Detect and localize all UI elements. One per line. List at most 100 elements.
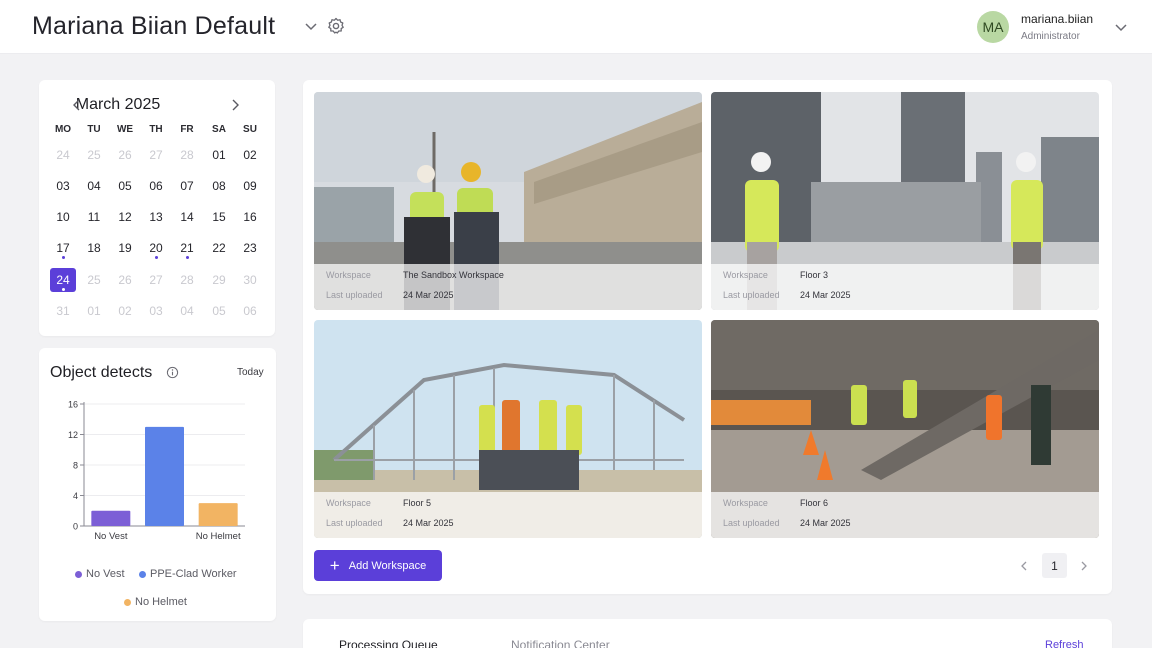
- chart-y-tick-label: 8: [73, 461, 78, 471]
- calendar-day[interactable]: 18: [81, 236, 107, 260]
- calendar-weekday: TH: [149, 124, 163, 135]
- plus-icon: +: [329, 556, 340, 575]
- workspace-label: Workspace: [326, 270, 371, 280]
- calendar-day[interactable]: 22: [206, 236, 232, 260]
- calendar-day[interactable]: 16: [237, 205, 263, 229]
- workspace-card[interactable]: Workspace Floor 5 Last uploaded 24 Mar 2…: [314, 320, 702, 538]
- calendar-day[interactable]: 11: [81, 205, 107, 229]
- calendar-day[interactable]: 29: [206, 268, 232, 292]
- workspace-title[interactable]: Mariana Biian Default: [32, 12, 275, 41]
- last-uploaded-value: 24 Mar 2025: [403, 290, 454, 300]
- workspace-card[interactable]: Workspace Floor 3 Last uploaded 24 Mar 2…: [711, 92, 1099, 310]
- calendar-day[interactable]: 27: [143, 143, 169, 167]
- calendar-event-dot: [185, 256, 189, 259]
- legend-item-no-vest[interactable]: No Vest: [75, 568, 125, 580]
- calendar-weekday: SA: [212, 124, 226, 135]
- calendar-day[interactable]: 01: [206, 143, 232, 167]
- avatar[interactable]: MA: [977, 11, 1009, 43]
- calendar-day[interactable]: 23: [237, 236, 263, 260]
- last-uploaded-value: 24 Mar 2025: [800, 290, 851, 300]
- workspace-card[interactable]: Workspace The Sandbox Workspace Last upl…: [314, 92, 702, 310]
- legend-label: No Helmet: [135, 596, 187, 608]
- calendar-day[interactable]: 02: [237, 143, 263, 167]
- user-menu-chevron-icon[interactable]: [1112, 18, 1130, 36]
- calendar-day[interactable]: 14: [174, 205, 200, 229]
- pagination-prev-icon[interactable]: [1016, 558, 1032, 574]
- legend-item-no-helmet[interactable]: No Helmet: [124, 596, 187, 608]
- calendar-day[interactable]: 02: [112, 299, 138, 323]
- calendar-day[interactable]: 30: [237, 268, 263, 292]
- workspace-label: Workspace: [326, 498, 371, 508]
- legend-item-ppe-clad-worker[interactable]: PPE-Clad Worker: [139, 568, 237, 580]
- workspace-name: Floor 6: [800, 498, 829, 508]
- period-selector[interactable]: Today: [237, 367, 264, 378]
- legend-swatch: [139, 570, 146, 578]
- workspace-info: Workspace Floor 3 Last uploaded 24 Mar 2…: [711, 264, 1099, 310]
- tab-notification-center[interactable]: Notification Center: [511, 638, 610, 648]
- gear-icon[interactable]: [326, 16, 346, 36]
- refresh-link[interactable]: Refresh: [1045, 639, 1084, 648]
- object-detects-title: Object detects: [50, 364, 153, 381]
- calendar-day[interactable]: 28: [174, 268, 200, 292]
- calendar-day[interactable]: 09: [237, 174, 263, 198]
- chart-x-tick-label: No Helmet: [196, 531, 241, 542]
- chevron-down-icon[interactable]: [302, 17, 320, 35]
- add-workspace-button[interactable]: + Add Workspace: [314, 550, 442, 581]
- calendar-day[interactable]: 28: [174, 143, 200, 167]
- object-detects-chart: 0 4 8 12 16 No Vest No Helmet: [68, 400, 245, 542]
- legend-label: No Vest: [86, 568, 125, 580]
- calendar-day[interactable]: 15: [206, 205, 232, 229]
- pagination-page[interactable]: 1: [1042, 553, 1067, 578]
- user-name: mariana.biian: [1021, 12, 1094, 26]
- pagination-next-icon[interactable]: [1076, 558, 1092, 574]
- chart-x-tick-label: No Vest: [94, 531, 128, 542]
- last-uploaded-label: Last uploaded: [326, 290, 383, 300]
- chart-y-tick-label: 4: [73, 491, 78, 501]
- workspace-card[interactable]: Workspace Floor 6 Last uploaded 24 Mar 2…: [711, 320, 1099, 538]
- calendar-day[interactable]: 08: [206, 174, 232, 198]
- workspace-label: Workspace: [723, 498, 768, 508]
- chevron-left-icon[interactable]: [69, 97, 85, 113]
- tab-processing-queue[interactable]: Processing Queue: [339, 638, 438, 648]
- calendar-month-label: March 2025: [75, 96, 161, 113]
- chart-y-tick-label: 12: [68, 430, 78, 440]
- workspace-label: Workspace: [723, 270, 768, 280]
- calendar-day[interactable]: 13: [143, 205, 169, 229]
- calendar-day[interactable]: 31: [50, 299, 76, 323]
- top-header: Mariana Biian Default MA mariana.biian A…: [0, 0, 1152, 54]
- info-icon[interactable]: [166, 366, 179, 379]
- calendar-day[interactable]: 26: [112, 143, 138, 167]
- workspace-info: Workspace Floor 5 Last uploaded 24 Mar 2…: [314, 492, 702, 538]
- calendar-day[interactable]: 19: [112, 236, 138, 260]
- last-uploaded-label: Last uploaded: [723, 518, 780, 528]
- calendar-day[interactable]: 01: [81, 299, 107, 323]
- calendar-day[interactable]: 06: [237, 299, 263, 323]
- chart-y-tick-label: 16: [68, 400, 78, 410]
- workspace-name: Floor 5: [403, 498, 432, 508]
- calendar-day[interactable]: 04: [174, 299, 200, 323]
- calendar-weekday: WE: [116, 124, 134, 135]
- calendar-day[interactable]: 04: [81, 174, 107, 198]
- calendar-day[interactable]: 27: [143, 268, 169, 292]
- add-workspace-label: Add Workspace: [348, 559, 427, 572]
- chart-bar: [198, 503, 238, 526]
- calendar-day[interactable]: 26: [112, 268, 138, 292]
- calendar-day[interactable]: 03: [50, 174, 76, 198]
- legend-swatch: [75, 570, 82, 578]
- calendar-day[interactable]: 06: [143, 174, 169, 198]
- last-uploaded-label: Last uploaded: [326, 518, 383, 528]
- calendar-day[interactable]: 25: [81, 143, 107, 167]
- calendar-day[interactable]: 10: [50, 205, 76, 229]
- chart-bar: [145, 426, 184, 526]
- chevron-right-icon[interactable]: [227, 97, 243, 113]
- calendar-day[interactable]: 05: [112, 174, 138, 198]
- calendar-weekday: FR: [180, 124, 194, 135]
- calendar-day[interactable]: 05: [206, 299, 232, 323]
- chart-y-tick-label: 0: [73, 522, 78, 532]
- calendar-day[interactable]: 12: [112, 205, 138, 229]
- calendar-day[interactable]: 25: [81, 268, 107, 292]
- calendar-day[interactable]: 03: [143, 299, 169, 323]
- workspace-name: Floor 3: [800, 270, 829, 280]
- calendar-day[interactable]: 07: [174, 174, 200, 198]
- calendar-day[interactable]: 24: [50, 143, 76, 167]
